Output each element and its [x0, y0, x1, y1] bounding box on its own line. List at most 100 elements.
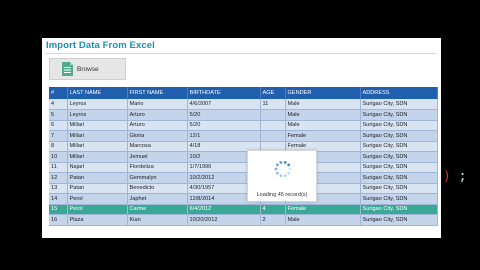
table-row[interactable]: 15 Perol Carme 6/4/2012 4 Female Surigao City,…: [49, 204, 438, 215]
table-cell: Surigao City, SDN: [360, 99, 438, 110]
spinner-dot: [279, 160, 283, 164]
records-table: # LAST NAME FIRST NAME BIRTHDATE AGE GENDER AD…: [49, 87, 438, 226]
table-row[interactable]: 13PatanBenedicto4/30/195758MaleSurigao C…: [49, 183, 438, 194]
table-cell: Kian: [127, 214, 188, 226]
table-cell: Perol: [67, 204, 128, 215]
table-cell: [260, 130, 286, 142]
table-cell: Surigao City, SDN: [360, 183, 438, 194]
table-row[interactable]: 14PerolJaphet12/8/20149 monMaleSurigao C…: [49, 193, 438, 205]
table-cell: Marcosa: [127, 141, 188, 152]
table-row[interactable]: 11NajarlFlordeliza1/7/199020FemaleSuriga…: [49, 162, 438, 173]
window-title: Import Data From Excel: [46, 40, 155, 51]
table-cell: 12/1: [187, 130, 261, 142]
table-cell: Arturo: [127, 120, 188, 131]
table-cell: Millari: [67, 120, 128, 131]
column-header[interactable]: ADDRESS: [360, 87, 438, 99]
table-cell: Leyros: [67, 109, 128, 121]
table-row[interactable]: 4 Leyros Mario 4/6/2007 11 Male Surigao City, …: [49, 99, 438, 110]
table-cell: Flordeliza: [127, 162, 188, 173]
table-cell: 6/4/2012: [187, 204, 261, 215]
browse-button-label: Browse: [77, 65, 99, 73]
table-cell: Perol: [67, 193, 128, 205]
table-cell: Japhet: [127, 193, 188, 205]
import-window: Import Data From Excel Browse # LAST NAME…: [42, 38, 441, 238]
table-row[interactable]: 8 Millari Marcosa 4/18 Female Surigao City, S…: [49, 141, 438, 152]
column-header[interactable]: GENDER: [285, 87, 361, 99]
spinner-dot: [283, 174, 287, 178]
table-cell: Najarl: [67, 162, 128, 173]
spinner-dot: [283, 160, 287, 164]
table-cell: 11: [260, 99, 286, 110]
table-cell: Millari: [67, 151, 128, 163]
table-cell: Surigao City, SDN: [360, 109, 438, 121]
table-cell: 13: [49, 183, 68, 194]
table-cell: Gloria: [127, 130, 188, 142]
table-cell: Female: [285, 130, 361, 142]
spinner-dot: [287, 163, 291, 167]
spinner-dot: [275, 171, 279, 175]
title-divider: [46, 53, 437, 54]
table-cell: Surigao City, SDN: [360, 204, 438, 215]
table-cell: Jemuel: [127, 151, 188, 163]
table-cell: Male: [285, 214, 361, 226]
table-cell: 6: [49, 120, 68, 131]
spinner-dot: [287, 171, 291, 175]
table-row[interactable]: 5 Leyros Arturo 5/20 Male Surigao City, SDN: [49, 109, 438, 121]
spinner-dot: [274, 167, 278, 171]
table-cell: Plaza: [67, 214, 128, 226]
table-cell: 8: [49, 141, 68, 152]
column-header[interactable]: LAST NAME: [67, 87, 128, 99]
table-cell: 5/20: [187, 120, 261, 131]
table-cell: Leyros: [67, 99, 128, 110]
table-cell: [260, 120, 286, 131]
browse-button[interactable]: Browse: [49, 58, 126, 80]
table-row[interactable]: 16 Plaza Kian 10/20/2012 2 Male Surigao City, …: [49, 214, 438, 226]
table-cell: Benedicto: [127, 183, 188, 194]
table-cell: Surigao City, SDN: [360, 130, 438, 142]
table-cell: 11: [49, 162, 68, 173]
column-header[interactable]: AGE: [260, 87, 286, 99]
table-cell: 16: [49, 214, 68, 226]
table-cell: 10: [49, 151, 68, 163]
table-cell: Surigao City, SDN: [360, 141, 438, 152]
table-cell: Male: [285, 109, 361, 121]
table-row[interactable]: 12PatanGemmalyn10/2/20124FemaleSurigao C…: [49, 172, 438, 184]
spinner-dot: [275, 163, 279, 167]
loading-spinner-icon: [274, 160, 292, 178]
background-code-fragment: ) ;: [443, 169, 466, 184]
table-cell: Surigao City, SDN: [360, 172, 438, 184]
loading-dialog: Loading 45 record(s): [247, 150, 317, 202]
table-cell: Carme: [127, 204, 188, 215]
column-header[interactable]: BIRTHDATE: [187, 87, 261, 99]
table-cell: Surigao City, SDN: [360, 162, 438, 173]
table-cell: Patan: [67, 183, 128, 194]
table-row[interactable]: 10MillariJemuel10/2MaleSurigao City, SDN: [49, 151, 438, 163]
table-cell: 12: [49, 172, 68, 184]
table-cell: Surigao City, SDN: [360, 120, 438, 131]
table-cell: 14: [49, 193, 68, 205]
spinner-dot: [288, 167, 292, 171]
code-semicolon: ;: [458, 169, 467, 184]
table-cell: Surigao City, SDN: [360, 214, 438, 226]
column-header[interactable]: FIRST NAME: [127, 87, 188, 99]
table-cell: Female: [285, 204, 361, 215]
table-cell: Surigao City, SDN: [360, 151, 438, 163]
table-cell: 4: [260, 204, 286, 215]
table-cell: 4/6/2007: [187, 99, 261, 110]
spinner-dot: [279, 174, 283, 178]
table-header-row: # LAST NAME FIRST NAME BIRTHDATE AGE GENDER AD…: [49, 87, 438, 99]
table-cell: Arturo: [127, 109, 188, 121]
table-cell: 7: [49, 130, 68, 142]
column-header[interactable]: #: [49, 87, 68, 99]
table-row[interactable]: 7 Millari Gloria 12/1 Female Surigao City, SD…: [49, 130, 438, 142]
table-cell: Millari: [67, 130, 128, 142]
table-cell: 2: [260, 214, 286, 226]
table-cell: Surigao City, SDN: [360, 193, 438, 205]
table-cell: [260, 109, 286, 121]
table-cell: Patan: [67, 172, 128, 184]
table-cell: Gemmalyn: [127, 172, 188, 184]
table-cell: 15: [49, 204, 68, 215]
table-cell: 5/20: [187, 109, 261, 121]
table-row[interactable]: 6 Millari Arturo 5/20 Male Surigao City, SDN: [49, 120, 438, 131]
code-paren: ): [443, 169, 451, 184]
